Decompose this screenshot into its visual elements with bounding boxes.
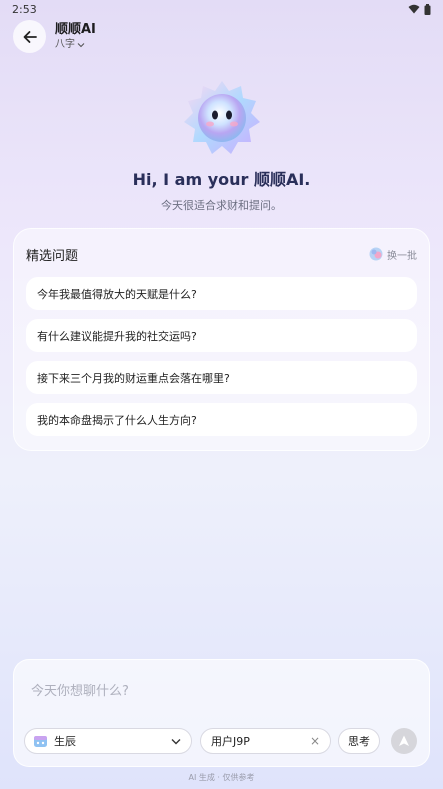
greeting: Hi, I am your 顺顺AI.	[132, 170, 311, 189]
header: 顺顺AI 八字	[13, 20, 96, 53]
refresh-button[interactable]: 换一批	[369, 247, 417, 262]
think-label: 思考	[348, 735, 370, 748]
user-selector[interactable]: 用户J9P ×	[200, 728, 331, 754]
status-icons	[408, 3, 431, 15]
composer: 今天你想聊什么? 生辰 用户J9P × 思考	[13, 659, 430, 767]
mode-selector[interactable]: 八字	[55, 38, 96, 51]
birth-time-label: 生辰	[54, 735, 76, 748]
wifi-icon	[408, 4, 420, 14]
question-item[interactable]: 有什么建议能提升我的社交运吗?	[26, 319, 417, 352]
chevron-down-icon	[77, 42, 85, 47]
birth-time-selector[interactable]: 生辰	[24, 728, 192, 754]
user-label: 用户J9P	[211, 735, 250, 748]
status-bar: 2:53	[0, 0, 443, 18]
featured-questions-card: 精选问题 换一批 今年我最值得放大的天赋是什么? 有什么建议能提升我的社交运吗?…	[13, 228, 430, 451]
footer-note: AI 生成 · 仅供参考	[188, 773, 255, 782]
question-item[interactable]: 接下来三个月我的财运重点会落在哪里?	[26, 361, 417, 394]
refresh-orb-icon	[369, 247, 383, 261]
mascot-image	[184, 81, 260, 154]
tagline: 今天很适合求财和提问。	[161, 199, 282, 212]
arrow-left-icon	[23, 30, 37, 43]
chevron-down-icon	[171, 738, 181, 744]
think-toggle[interactable]: 思考	[338, 728, 380, 754]
send-arrow-icon	[399, 735, 409, 746]
refresh-label: 换一批	[387, 250, 417, 262]
message-input[interactable]: 今天你想聊什么?	[31, 680, 129, 699]
card-header: 精选问题 换一批	[26, 241, 417, 267]
status-time: 2:53	[12, 2, 37, 16]
app-title: 顺顺AI	[55, 22, 96, 37]
question-item[interactable]: 今年我最值得放大的天赋是什么?	[26, 277, 417, 310]
card-title: 精选问题	[26, 248, 79, 264]
clear-icon[interactable]: ×	[310, 734, 320, 748]
battery-icon	[424, 3, 431, 15]
question-item[interactable]: 我的本命盘揭示了什么人生方向?	[26, 403, 417, 436]
send-button[interactable]	[391, 728, 417, 754]
birth-time-content: 生辰	[33, 733, 76, 749]
calendar-icon	[34, 736, 47, 747]
title-block: 顺顺AI 八字	[55, 22, 96, 51]
back-button[interactable]	[13, 20, 46, 53]
mode-label: 八字	[55, 39, 75, 50]
